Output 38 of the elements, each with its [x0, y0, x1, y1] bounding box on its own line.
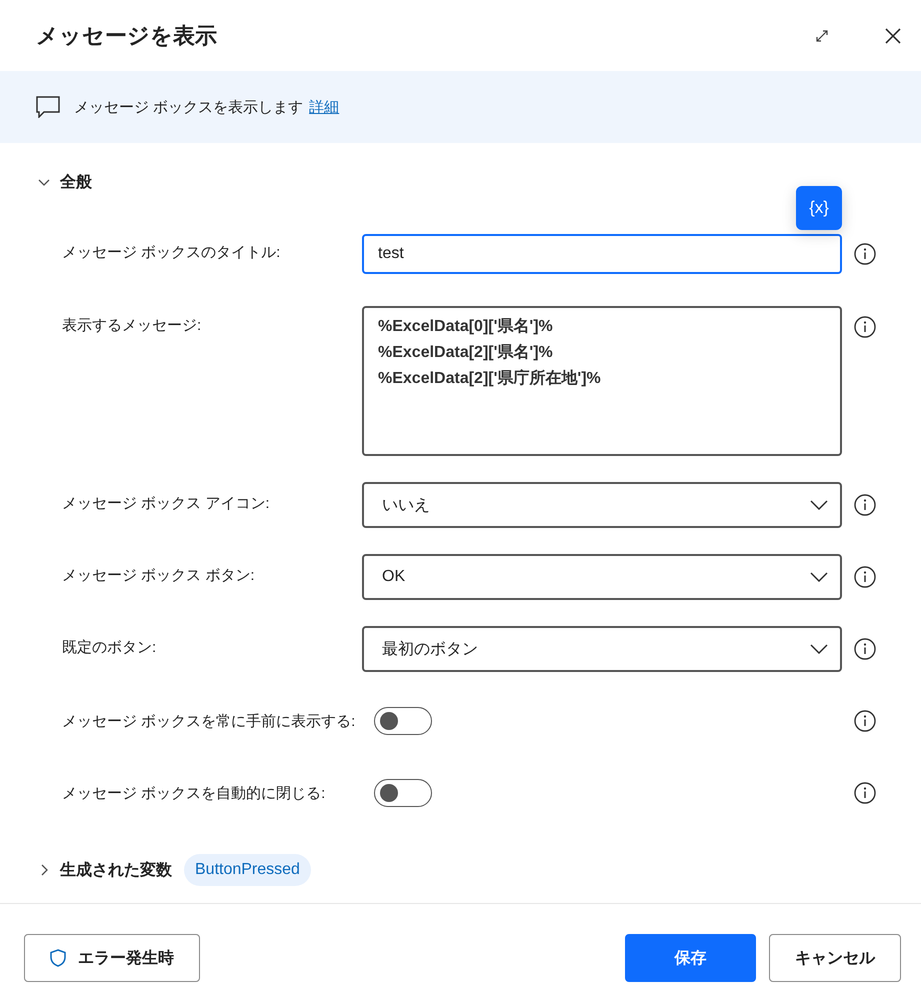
input-field[interactable]: test [362, 234, 842, 274]
dialog-title: メッセージを表示 [36, 22, 218, 50]
error-handling-button[interactable]: エラー発生時 [24, 934, 200, 982]
field-label: メッセージ ボックス アイコン: [62, 494, 271, 513]
chevron-down-icon [810, 500, 828, 510]
info-icon[interactable] [854, 638, 876, 660]
info-icon[interactable] [854, 494, 876, 516]
dropdown[interactable]: OK [362, 554, 842, 600]
variable-button[interactable]: {x} [796, 186, 842, 230]
variable-tag[interactable]: ButtonPressed [184, 854, 311, 886]
message-field[interactable]: %ExcelData[0]['県名']% %ExcelData[2]['県名']% %ExcelData[2]['県庁所在地']% [362, 306, 842, 456]
info-icon[interactable] [854, 710, 876, 732]
field-label: メッセージ ボックスを常に手前に表示する: [62, 712, 356, 730]
chevron-down-icon [810, 644, 828, 654]
field-label: 表示するメッセージ: [62, 316, 202, 335]
field-label: メッセージ ボックスのタイトル: [62, 243, 282, 262]
shield-icon [50, 949, 66, 967]
cancel-button[interactable]: キャンセル [769, 934, 901, 982]
info-icon[interactable] [854, 782, 876, 804]
expand-icon[interactable] [815, 28, 829, 42]
details-link[interactable]: 詳細 [309, 98, 340, 116]
info-icon[interactable] [854, 243, 876, 265]
section-title[interactable]: 生成された変数 [60, 860, 172, 880]
field-label: メッセージ ボックス ボタン: [62, 566, 256, 585]
toggle-switch[interactable] [374, 779, 432, 807]
dropdown[interactable]: 最初のボタン [362, 626, 842, 672]
dropdown[interactable]: いいえ [362, 482, 842, 528]
close-icon[interactable] [885, 28, 901, 44]
save-button[interactable]: 保存 [625, 934, 756, 982]
chevron-down-icon [810, 572, 828, 582]
banner-text: メッセージ ボックスを表示します [74, 98, 304, 116]
info-icon[interactable] [854, 566, 876, 588]
section-title[interactable]: 全般 [60, 172, 92, 192]
speech-bubble-icon [36, 96, 60, 118]
field-label: 既定のボタン: [62, 638, 158, 657]
toggle-switch[interactable] [374, 707, 432, 735]
info-icon[interactable] [854, 316, 876, 338]
field-label: メッセージ ボックスを自動的に閉じる: [62, 784, 326, 802]
